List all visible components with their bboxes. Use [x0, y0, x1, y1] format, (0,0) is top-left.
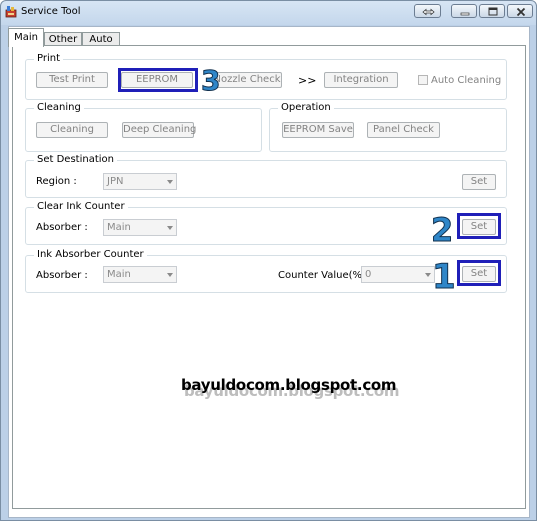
watermark: bayuldocom.blogspot.com	[181, 376, 397, 394]
counter-value-select[interactable]: 0	[361, 266, 435, 283]
auto-cleaning-label: Auto Cleaning	[431, 75, 502, 86]
print-group: Print Test Print EEPROM Nozzle Check >> …	[25, 53, 507, 100]
eeprom-save-button[interactable]: EEPROM Save	[282, 122, 354, 138]
region-value: JPN	[107, 176, 124, 187]
chevron-down-icon	[425, 273, 431, 277]
minimize-icon	[460, 12, 470, 16]
ink-absorber-counter-group-title: Ink Absorber Counter	[34, 249, 147, 261]
tab-main[interactable]: Main	[8, 28, 44, 47]
chevron-down-icon	[167, 180, 173, 184]
annotation-number-2: 2	[430, 211, 454, 250]
annotation-number-1: 1	[432, 257, 457, 298]
ink-absorber-value: Main	[107, 269, 131, 280]
close-button[interactable]	[507, 4, 533, 18]
region-label: Region :	[36, 176, 77, 187]
set-destination-group: Set Destination Region : JPN Set	[25, 154, 507, 198]
operation-group: Operation EEPROM Save Panel Check	[269, 102, 507, 152]
chevron-label: >>	[298, 74, 317, 87]
clear-ink-absorber-value: Main	[107, 222, 131, 233]
deep-cleaning-button[interactable]: Deep Cleaning	[122, 122, 196, 138]
set-destination-set-button[interactable]: Set	[462, 174, 496, 190]
chevron-down-icon	[167, 226, 173, 230]
cleaning-button[interactable]: Cleaning	[36, 122, 108, 138]
ink-absorber-label: Absorber :	[36, 270, 88, 281]
auto-cleaning-checkbox[interactable]	[418, 75, 428, 85]
nozzle-check-button[interactable]: Nozzle Check	[212, 72, 282, 88]
clear-ink-counter-group-title: Clear Ink Counter	[34, 201, 128, 213]
clear-ink-absorber-label: Absorber :	[36, 222, 88, 233]
cleaning-group: Cleaning Cleaning Deep Cleaning	[25, 102, 262, 152]
double-arrow-icon	[422, 8, 435, 16]
close-icon	[516, 7, 526, 17]
region-select[interactable]: JPN	[103, 173, 177, 190]
test-print-button[interactable]: Test Print	[36, 72, 108, 88]
ink-absorber-select[interactable]: Main	[103, 266, 177, 283]
window-title: Service Tool	[21, 6, 81, 17]
ink-absorber-set-highlight-box	[457, 260, 501, 286]
eeprom-highlight-box	[118, 68, 198, 92]
counter-value-label: Counter Value(%) :	[278, 270, 373, 281]
operation-group-title: Operation	[278, 102, 334, 114]
counter-value: 0	[365, 269, 372, 280]
print-group-title: Print	[34, 53, 64, 65]
cleaning-group-title: Cleaning	[34, 102, 84, 114]
title-bar[interactable]: Service Tool	[1, 1, 536, 25]
page: Service Tool Main Other Auto Print Test …	[0, 0, 537, 521]
tab-auto[interactable]: Auto	[82, 32, 120, 46]
clear-ink-absorber-select[interactable]: Main	[103, 219, 177, 236]
annotation-number-3: 3	[200, 64, 221, 98]
minimize-button[interactable]	[451, 4, 477, 18]
tab-other[interactable]: Other	[44, 32, 82, 46]
app-icon	[5, 6, 17, 18]
chevron-down-icon	[167, 273, 173, 277]
restore-arrows-button[interactable]	[414, 4, 441, 18]
panel-check-button[interactable]: Panel Check	[367, 122, 440, 138]
window: Service Tool Main Other Auto Print Test …	[0, 0, 537, 521]
integration-button[interactable]: Integration	[324, 72, 398, 88]
maximize-icon	[488, 7, 498, 16]
maximize-button[interactable]	[479, 4, 505, 18]
clear-ink-set-highlight-box	[457, 213, 501, 239]
set-destination-group-title: Set Destination	[34, 154, 117, 166]
